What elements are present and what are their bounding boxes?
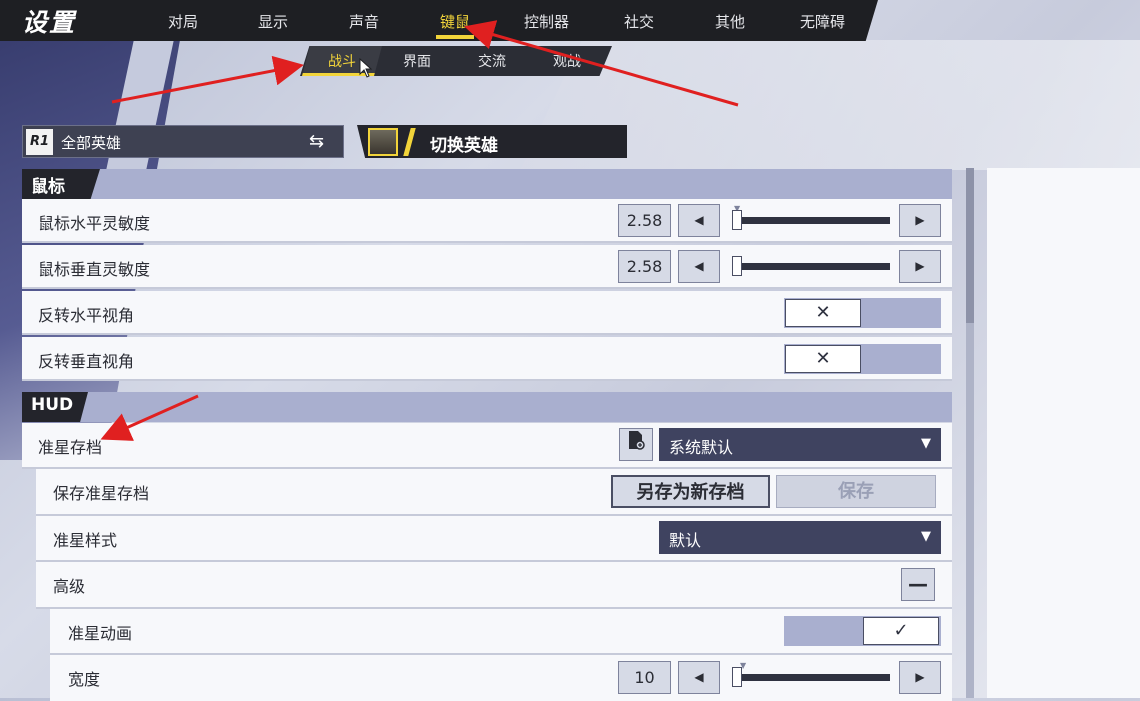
setting-row-advanced: 高级 — <box>36 562 952 609</box>
hero-avatar <box>368 128 398 156</box>
minus-icon: — <box>908 572 928 596</box>
setting-label: 反转水平视角 <box>38 306 135 325</box>
scrollbar-thumb[interactable] <box>966 168 974 323</box>
save-as-new-button[interactable]: 另存为新存档 <box>611 475 770 508</box>
value-box[interactable]: 2.58 <box>618 204 671 237</box>
setting-row-v-sensitivity: 鼠标垂直灵敏度 2.58 ◀ ▶ <box>22 245 952 289</box>
setting-label: 准星存档 <box>38 438 103 457</box>
toggle-switch[interactable]: ✕ <box>784 298 941 328</box>
section-header-hud: HUD <box>22 392 952 422</box>
setting-label: 鼠标垂直灵敏度 <box>38 260 151 279</box>
active-tab-indicator <box>436 35 474 39</box>
hero-preview-panel <box>987 168 1140 698</box>
slider[interactable]: ▼ <box>732 204 890 230</box>
swap-icon: ⇆ <box>309 131 325 152</box>
slider-thumb[interactable] <box>732 210 743 230</box>
setting-row-width: 宽度 10 ◀ ▼ ▶ <box>50 655 952 701</box>
setting-label: 宽度 <box>68 670 101 689</box>
cross-icon: ✕ <box>785 299 861 327</box>
section-title-box: HUD <box>22 392 88 422</box>
right-arrow-icon: ▶ <box>915 259 925 273</box>
subtab-interface[interactable]: 界面 <box>403 51 431 71</box>
page-title: 设置 <box>22 8 77 37</box>
save-button[interactable]: 保存 <box>776 475 936 508</box>
tab-display[interactable]: 显示 <box>258 11 288 32</box>
section-title: 鼠标 <box>31 177 65 197</box>
value-box[interactable]: 10 <box>618 661 671 694</box>
slider[interactable]: ▼ <box>732 661 890 687</box>
dropdown-value: 系统默认 <box>669 438 734 457</box>
decrease-button[interactable]: ◀ <box>678 661 720 694</box>
value-box[interactable]: 2.58 <box>618 250 671 283</box>
setting-row-crosshair-style: 准星样式 默认 ▼ <box>36 516 952 562</box>
setting-row-crosshair-profile: 准星存档 系统默认 ▼ <box>22 423 952 469</box>
subtab-combat[interactable]: 战斗 <box>328 51 356 71</box>
section-title-box: 鼠标 <box>22 169 100 199</box>
save-file-icon[interactable] <box>619 428 653 461</box>
toggle-switch[interactable]: ✓ <box>784 616 941 646</box>
file-save-icon <box>629 431 645 450</box>
dropdown-value: 默认 <box>669 531 702 550</box>
increase-button[interactable]: ▶ <box>899 661 941 694</box>
toggle-switch[interactable]: ✕ <box>784 344 941 374</box>
increase-button[interactable]: ▶ <box>899 250 941 283</box>
setting-row-crosshair-animation: 准星动画 ✓ <box>50 609 952 655</box>
decrease-button[interactable]: ◀ <box>678 250 720 283</box>
setting-label: 准星动画 <box>68 624 133 643</box>
setting-label: 保存准星存档 <box>53 484 150 503</box>
crosshair-profile-dropdown[interactable]: 系统默认 ▼ <box>659 428 941 461</box>
right-arrow-icon: ▶ <box>915 213 925 227</box>
tab-controller[interactable]: 控制器 <box>524 11 569 32</box>
setting-row-invert-horizontal: 反转水平视角 ✕ <box>22 291 952 335</box>
subtab-communication[interactable]: 交流 <box>478 51 506 71</box>
section-title: HUD <box>31 395 74 415</box>
check-icon: ✓ <box>863 617 939 645</box>
mouse-cursor-icon <box>359 58 373 78</box>
setting-row-save-profile: 保存准星存档 另存为新存档 保存 <box>36 469 952 516</box>
tab-sound[interactable]: 声音 <box>349 11 379 32</box>
game-logo-icon: R1 <box>26 129 53 155</box>
setting-label: 准星样式 <box>53 531 118 550</box>
setting-label: 高级 <box>53 577 86 596</box>
setting-label: 反转垂直视角 <box>38 352 135 371</box>
slider-thumb[interactable] <box>732 256 743 276</box>
slider-thumb[interactable] <box>732 667 743 687</box>
tab-other[interactable]: 其他 <box>715 11 745 32</box>
hero-select-dropdown[interactable]: R1 全部英雄 ⇆ <box>22 125 344 158</box>
setting-label: 鼠标水平灵敏度 <box>38 214 151 233</box>
setting-row-h-sensitivity: 鼠标水平灵敏度 2.58 ◀ ▼ ▶ <box>22 199 952 243</box>
setting-row-invert-vertical: 反转垂直视角 ✕ <box>22 337 952 381</box>
tab-accessibility[interactable]: 无障碍 <box>800 11 845 32</box>
subtab-spectate[interactable]: 观战 <box>553 51 581 71</box>
hero-select-label: 全部英雄 <box>61 134 122 152</box>
decrease-button[interactable]: ◀ <box>678 204 720 237</box>
chevron-down-icon: ▼ <box>921 529 931 544</box>
crosshair-style-dropdown[interactable]: 默认 ▼ <box>659 521 941 554</box>
left-arrow-icon: ◀ <box>694 213 704 227</box>
section-header-mouse: 鼠标 <box>22 169 952 199</box>
tab-match[interactable]: 对局 <box>168 11 198 32</box>
switch-hero-label: 切换英雄 <box>430 136 498 156</box>
collapse-button[interactable]: — <box>901 568 935 601</box>
tab-social[interactable]: 社交 <box>624 11 654 32</box>
cross-icon: ✕ <box>785 345 861 373</box>
left-arrow-icon: ◀ <box>694 670 704 684</box>
slider[interactable] <box>732 256 890 276</box>
right-arrow-icon: ▶ <box>915 670 925 684</box>
left-arrow-icon: ◀ <box>694 259 704 273</box>
increase-button[interactable]: ▶ <box>899 204 941 237</box>
tab-keyboard-mouse[interactable]: 键鼠 <box>440 11 470 32</box>
chevron-down-icon: ▼ <box>921 436 931 451</box>
